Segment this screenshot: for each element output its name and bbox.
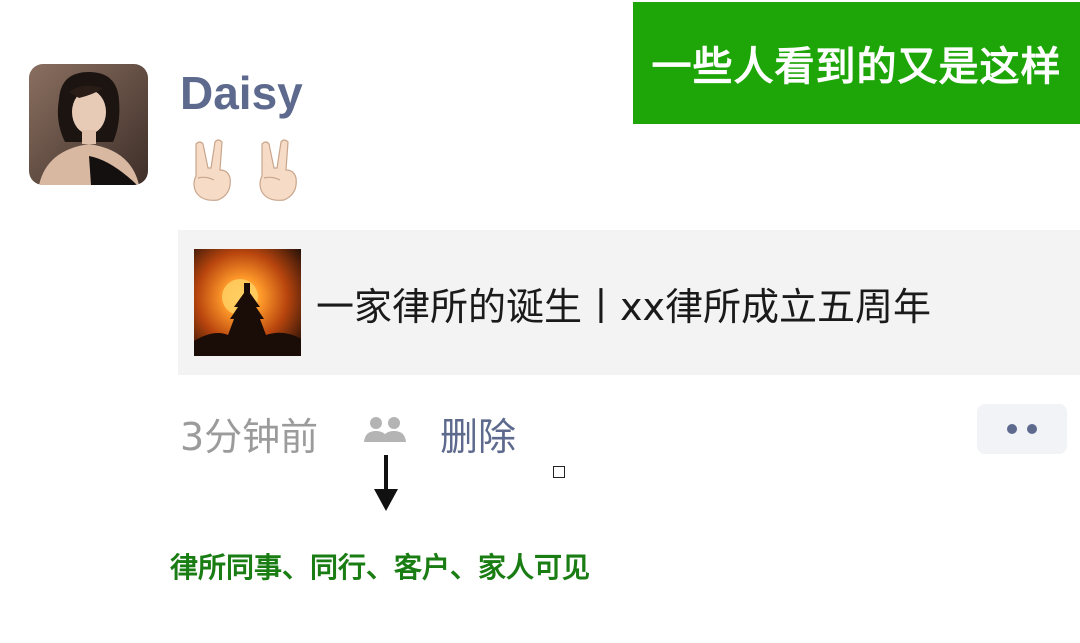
small-square-marker <box>553 466 565 478</box>
emoji-row <box>184 138 302 204</box>
annotation-caption: 律所同事、同行、客户、家人可见 <box>170 551 591 584</box>
post-timestamp: 3分钟前 <box>180 415 319 459</box>
people-icon[interactable] <box>361 414 409 446</box>
banner-text: 一些人看到的又是这样 <box>651 44 1062 90</box>
more-options-button[interactable] <box>977 404 1067 454</box>
dot-icon <box>1027 424 1037 434</box>
annotation-banner: 一些人看到的又是这样 <box>633 2 1080 124</box>
article-title: 一家律所的诞生丨xx律所成立五周年 <box>316 285 931 329</box>
victory-hand-icon <box>193 139 231 201</box>
delete-link[interactable]: 删除 <box>440 406 516 461</box>
shared-link-card[interactable]: 一家律所的诞生丨xx律所成立五周年 <box>178 230 1080 375</box>
username[interactable]: Daisy <box>180 66 303 120</box>
pagoda-sunset-image <box>194 249 301 356</box>
article-thumbnail <box>194 249 301 356</box>
down-arrow-icon <box>374 455 398 511</box>
dot-icon <box>1007 424 1017 434</box>
victory-hand-icon <box>259 139 297 201</box>
avatar[interactable] <box>29 64 148 185</box>
avatar-photo <box>29 64 148 185</box>
